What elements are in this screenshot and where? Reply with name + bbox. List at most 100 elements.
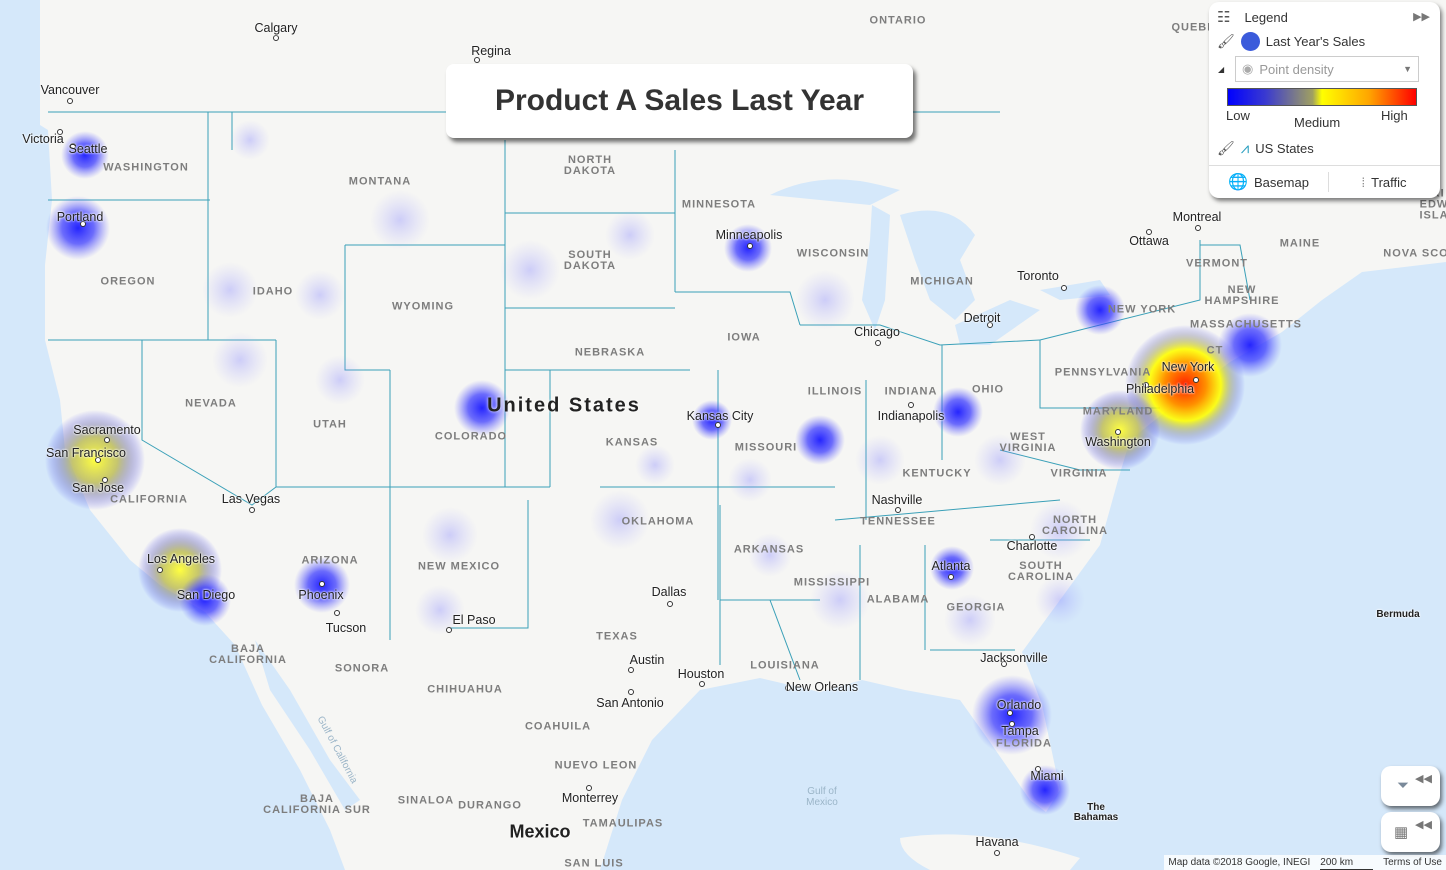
legend-panel: ☷ Legend ▶▶ 🖌 Last Year's Sales ◢ ◉ Poin…: [1209, 2, 1440, 198]
heat-hotspot: [795, 270, 855, 330]
filter-icon: ⏷: [1397, 777, 1410, 794]
heat-hotspot: [728, 458, 772, 502]
heat-hotspot: [295, 270, 345, 320]
city-marker: [875, 340, 881, 346]
city-marker: [1035, 766, 1041, 772]
city-marker: [1009, 721, 1015, 727]
layer-sales-label[interactable]: Last Year's Sales: [1266, 34, 1365, 49]
renderer-select[interactable]: ◉ Point density ▼: [1235, 56, 1419, 82]
city-marker: [157, 567, 163, 573]
city-marker: [80, 221, 86, 227]
city-marker: [1115, 429, 1121, 435]
gradient-low-label: Low: [1226, 108, 1250, 123]
city-marker: [474, 57, 480, 63]
city-marker: [715, 422, 721, 428]
brush-icon[interactable]: 🖌: [1217, 33, 1235, 50]
expand-triangle-icon[interactable]: ◢: [1218, 65, 1224, 74]
heat-hotspot: [1075, 285, 1125, 335]
city-marker: [67, 98, 73, 104]
city-marker: [1146, 229, 1152, 235]
city-marker: [104, 437, 110, 443]
filter-panel-button[interactable]: ⏷ ◀◀: [1381, 766, 1440, 806]
heat-hotspot: [61, 131, 109, 179]
city-marker: [1007, 710, 1013, 716]
heat-hotspot: [974, 434, 1026, 486]
heat-hotspot: [635, 445, 675, 485]
heat-hotspot: [230, 120, 270, 160]
grid-icon: ▦: [1394, 824, 1409, 841]
heat-hotspot: [855, 435, 905, 485]
scale-bar: 200 km: [1320, 855, 1374, 870]
city-marker: [895, 507, 901, 513]
city-marker: [628, 667, 634, 673]
layer-color-swatch: [1240, 32, 1260, 51]
basemap-button[interactable]: 🌐 Basemap: [1209, 172, 1329, 192]
city-marker: [628, 689, 634, 695]
city-marker: [1143, 382, 1149, 388]
city-marker: [1029, 534, 1035, 540]
heat-hotspot: [46, 196, 110, 260]
city-marker: [273, 35, 279, 41]
map-title: Product A Sales Last Year: [446, 64, 913, 138]
expand-left-icon: ◀◀: [1415, 819, 1432, 831]
city-marker: [948, 574, 954, 580]
chevron-down-icon: ▼: [1403, 64, 1412, 74]
city-marker: [334, 610, 340, 616]
city-marker: [102, 477, 108, 483]
table-panel-button[interactable]: ▦ ◀◀: [1381, 812, 1440, 852]
map-attribution: Map data ©2018 Google, INEGI 200 km Term…: [1164, 855, 1446, 870]
city-marker: [95, 457, 101, 463]
heat-hotspot: [930, 546, 974, 590]
brush-icon[interactable]: 🖌: [1217, 140, 1235, 157]
city-marker: [994, 850, 1000, 856]
expand-left-icon: ◀◀: [1415, 773, 1432, 785]
traffic-button[interactable]: ⁞ Traffic: [1329, 175, 1439, 190]
heat-hotspot: [1020, 765, 1070, 815]
gradient-medium-label: Medium: [1294, 115, 1341, 130]
gradient-high-label: High: [1381, 108, 1408, 123]
globe-icon: 🌐: [1228, 174, 1248, 191]
heat-hotspot: [315, 355, 365, 405]
city-marker: [1195, 225, 1201, 231]
heat-hotspot: [1035, 575, 1085, 625]
heat-hotspot: [415, 585, 465, 635]
city-marker: [987, 322, 993, 328]
heat-hotspot: [1218, 313, 1282, 377]
city-marker: [747, 243, 753, 249]
traffic-light-icon: ⁞: [1361, 174, 1366, 190]
collapse-legend-icon[interactable]: ▶▶: [1413, 10, 1430, 23]
density-icon: ◉: [1242, 61, 1254, 76]
heat-hotspot: [202, 262, 258, 318]
city-marker: [185, 594, 191, 600]
city-marker: [1061, 285, 1067, 291]
heat-hotspot: [692, 400, 732, 440]
city-marker: [667, 601, 673, 607]
city-marker: [1001, 661, 1007, 667]
city-marker: [70, 143, 76, 149]
city-marker: [249, 507, 255, 513]
city-marker: [586, 785, 592, 791]
heat-hotspot: [810, 570, 870, 630]
heat-hotspot: [454, 380, 510, 436]
heat-hotspot: [795, 415, 845, 465]
legend-header: Legend: [1244, 9, 1288, 25]
heat-hotspot: [933, 387, 983, 437]
city-marker: [319, 581, 325, 587]
density-gradient-bar: [1227, 88, 1417, 106]
layer-states-label[interactable]: US States: [1255, 141, 1314, 156]
list-icon[interactable]: ☷: [1217, 8, 1230, 26]
terms-link[interactable]: Terms of Use: [1383, 855, 1442, 870]
heat-hotspot: [1030, 500, 1090, 560]
heat-hotspot: [605, 210, 655, 260]
heat-hotspot: [590, 490, 650, 550]
polygon-icon: ⩘: [1240, 140, 1250, 157]
heat-hotspot: [748, 533, 792, 577]
heat-hotspot: [944, 594, 996, 646]
city-marker: [699, 681, 705, 687]
city-marker: [1193, 377, 1199, 383]
city-marker: [908, 402, 914, 408]
heat-hotspot: [179, 574, 231, 626]
city-marker: [57, 129, 63, 135]
heat-hotspot: [422, 507, 478, 563]
heat-hotspot: [370, 190, 430, 250]
